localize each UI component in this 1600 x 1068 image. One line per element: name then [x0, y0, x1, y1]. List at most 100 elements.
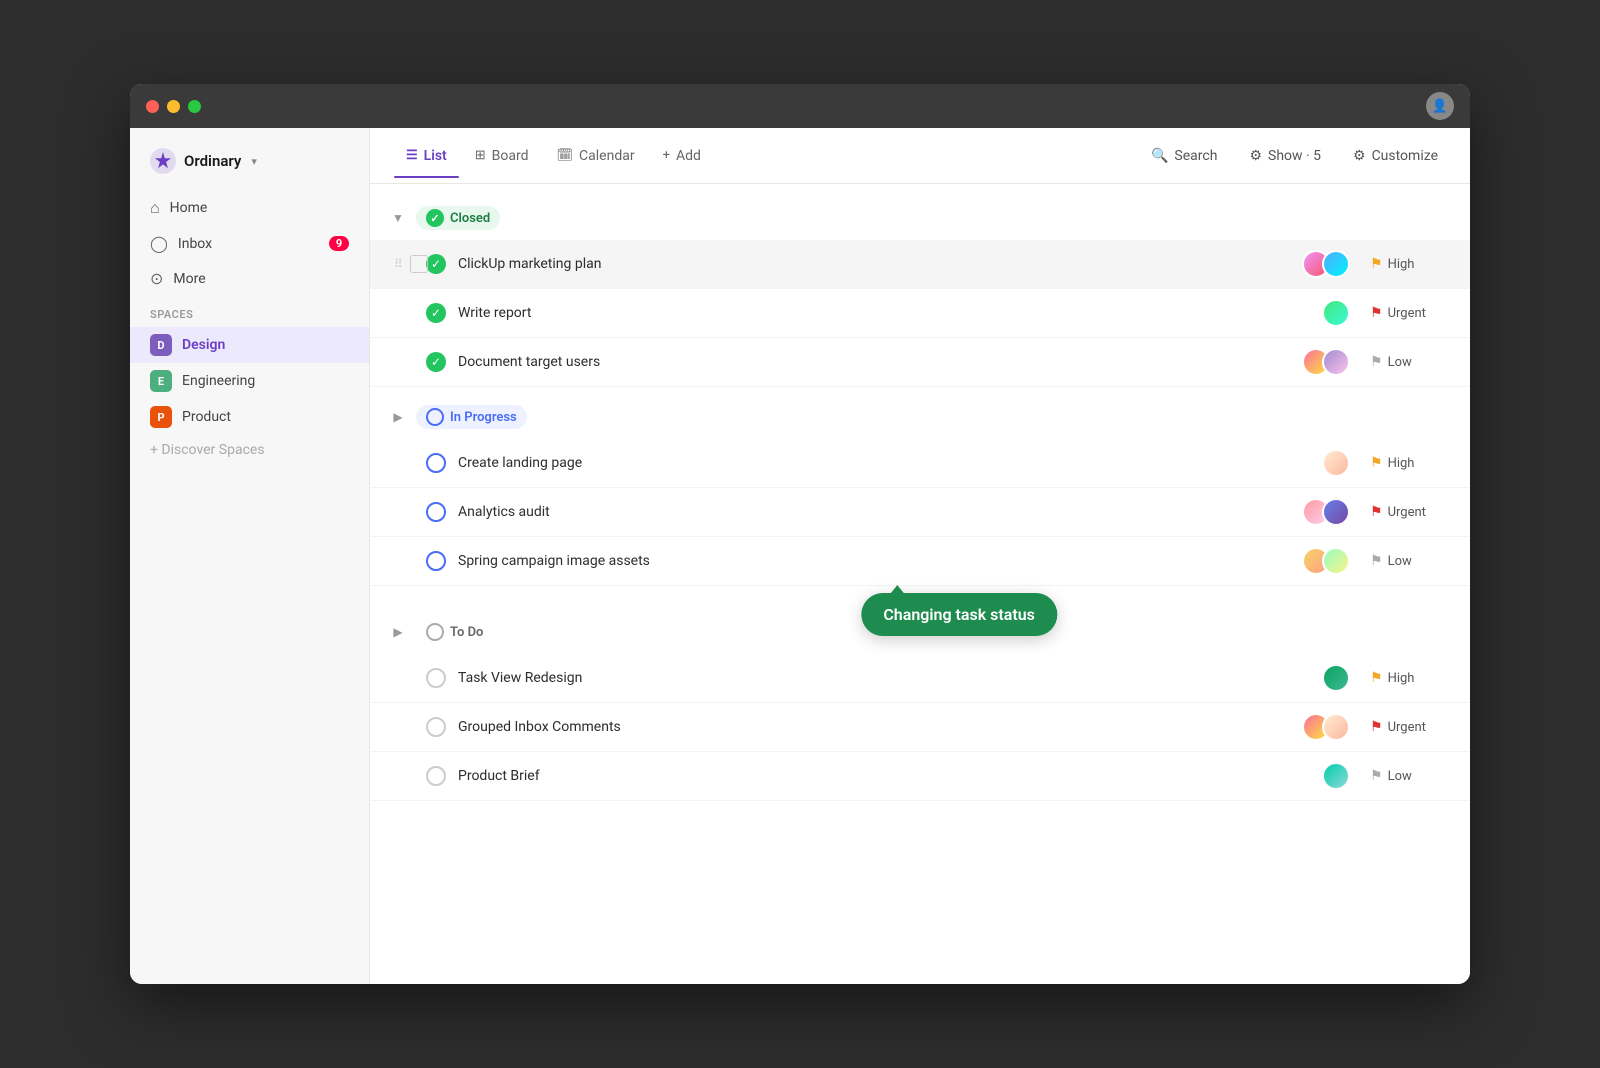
task-assignees: [1322, 664, 1350, 692]
sidebar-item-product[interactable]: P Product: [130, 399, 369, 435]
todo-status-icon: [426, 623, 444, 641]
engineering-label: Engineering: [182, 373, 255, 389]
table-row[interactable]: Create landing page ⚑ High: [370, 439, 1470, 488]
more-icon: ⊙: [150, 269, 163, 288]
in-progress-group-label: In Progress: [450, 410, 517, 425]
task-name: Spring campaign image assets: [458, 553, 1290, 569]
avatar: [1322, 498, 1350, 526]
priority-label: Low: [1388, 769, 1412, 784]
table-row[interactable]: Analytics audit ⚑ Urgent: [370, 488, 1470, 537]
priority-badge: ⚑ High: [1370, 670, 1450, 686]
list-tab-icon: ☰: [406, 148, 418, 163]
titlebar-buttons: [146, 100, 201, 113]
sidebar-home-label: Home: [170, 200, 208, 216]
sidebar-item-design[interactable]: D Design: [130, 327, 369, 363]
tab-board[interactable]: ⊞ Board: [463, 142, 541, 170]
tooltip-arrow: [889, 585, 905, 595]
priority-badge: ⚑ Low: [1370, 354, 1450, 370]
priority-label: Urgent: [1388, 505, 1426, 520]
task-status-closed-icon: ✓: [426, 303, 446, 323]
table-row[interactable]: ⠿ ✓ ClickUp marketing plan ⚑ High: [370, 240, 1470, 289]
calendar-tab-icon: 🗓: [557, 148, 574, 163]
priority-flag-icon: ⚑: [1370, 768, 1383, 784]
task-checkbox[interactable]: [410, 255, 428, 273]
priority-badge: ⚑ Urgent: [1370, 719, 1450, 735]
table-row[interactable]: Grouped Inbox Comments ⚑ Urgent: [370, 703, 1470, 752]
closed-group-badge: ✓ Closed: [416, 206, 500, 230]
customize-icon: ⚙: [1353, 148, 1366, 164]
customize-label: Customize: [1372, 148, 1438, 164]
task-name: ClickUp marketing plan: [458, 256, 1290, 272]
close-button[interactable]: [146, 100, 159, 113]
task-assignees: [1302, 498, 1350, 526]
list-tab-label: List: [424, 148, 447, 164]
priority-flag-icon: ⚑: [1370, 504, 1383, 520]
table-row[interactable]: ✓ Write report ⚑ Urgent: [370, 289, 1470, 338]
priority-badge: ⚑ Urgent: [1370, 504, 1450, 520]
priority-label: High: [1388, 456, 1415, 471]
priority-flag-icon: ⚑: [1370, 354, 1383, 370]
brand-logo-icon: [150, 148, 176, 174]
table-row[interactable]: ✓ Document target users ⚑ Low: [370, 338, 1470, 387]
task-assignees: [1302, 348, 1350, 376]
priority-badge: ⚑ High: [1370, 256, 1450, 272]
show-icon: ⚙: [1249, 148, 1262, 164]
avatar: [1322, 664, 1350, 692]
customize-button[interactable]: ⚙ Customize: [1345, 143, 1446, 169]
task-status-closed-icon: ✓: [426, 254, 446, 274]
add-tab-label: Add: [676, 148, 701, 164]
avatar: [1322, 713, 1350, 741]
sidebar-item-engineering[interactable]: E Engineering: [130, 363, 369, 399]
group-header-in-progress[interactable]: ▶ In Progress: [370, 395, 1470, 439]
priority-flag-icon: ⚑: [1370, 256, 1383, 272]
table-row[interactable]: Spring campaign image assets ⚑ Low Chang…: [370, 537, 1470, 586]
discover-spaces[interactable]: + Discover Spaces: [130, 435, 369, 465]
in-progress-group-chevron-icon: ▶: [390, 410, 406, 424]
priority-flag-icon: ⚑: [1370, 455, 1383, 471]
calendar-tab-label: Calendar: [579, 148, 635, 164]
show-button[interactable]: ⚙ Show · 5: [1241, 143, 1329, 169]
task-status-todo-icon: [426, 668, 446, 688]
minimize-button[interactable]: [167, 100, 180, 113]
tab-list[interactable]: ☰ List: [394, 142, 459, 170]
priority-badge: ⚑ High: [1370, 455, 1450, 471]
sidebar-item-more[interactable]: ⊙ More: [130, 261, 369, 296]
tab-add[interactable]: + Add: [651, 142, 713, 170]
priority-label: High: [1388, 671, 1415, 686]
avatar: [1322, 547, 1350, 575]
sidebar-item-home[interactable]: ⌂ Home: [130, 190, 369, 226]
todo-group-badge: To Do: [416, 620, 493, 644]
priority-badge: ⚑ Low: [1370, 768, 1450, 784]
task-name: Write report: [458, 305, 1310, 321]
todo-group-label: To Do: [450, 625, 483, 640]
search-button[interactable]: 🔍 Search: [1143, 143, 1225, 169]
task-assignees: [1322, 299, 1350, 327]
priority-flag-icon: ⚑: [1370, 305, 1383, 321]
task-assignees: [1302, 547, 1350, 575]
avatar: [1322, 449, 1350, 477]
closed-group-label: Closed: [450, 211, 490, 226]
task-list: ▼ ✓ Closed ⠿ ✓ ClickUp marketing plan: [370, 184, 1470, 984]
task-status-in-progress-icon: [426, 453, 446, 473]
brand[interactable]: Ordinary ▾: [130, 144, 369, 190]
board-tab-icon: ⊞: [475, 148, 486, 163]
group-header-closed[interactable]: ▼ ✓ Closed: [370, 196, 1470, 240]
task-status-todo-icon: [426, 766, 446, 786]
sidebar-more-label: More: [173, 271, 205, 287]
table-row[interactable]: Product Brief ⚑ Low: [370, 752, 1470, 801]
add-tab-icon: +: [663, 148, 670, 163]
app-window: 👤 Ordinary ▾ ⌂ Home ◯ Inbox 9: [130, 84, 1470, 984]
priority-badge: ⚑ Urgent: [1370, 305, 1450, 321]
table-row[interactable]: Task View Redesign ⚑ High: [370, 654, 1470, 703]
priority-label: High: [1388, 257, 1415, 272]
user-avatar[interactable]: 👤: [1426, 92, 1454, 120]
titlebar: 👤: [130, 84, 1470, 128]
task-name: Task View Redesign: [458, 670, 1310, 686]
task-name: Create landing page: [458, 455, 1310, 471]
priority-label: Urgent: [1388, 720, 1426, 735]
sidebar-item-inbox[interactable]: ◯ Inbox 9: [130, 226, 369, 261]
maximize-button[interactable]: [188, 100, 201, 113]
tab-calendar[interactable]: 🗓 Calendar: [545, 142, 647, 170]
priority-label: Urgent: [1388, 306, 1426, 321]
task-status-todo-icon: [426, 717, 446, 737]
